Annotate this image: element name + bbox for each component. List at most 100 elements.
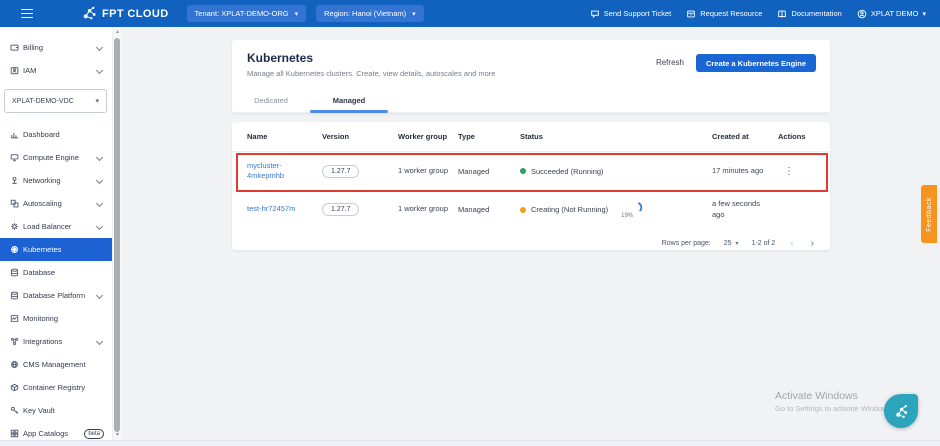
progress-percent: 19% [621,213,633,219]
cluster-type-tabs: Dedicated Managed [232,90,830,113]
column-header-status: Status [520,132,712,141]
chevron-down-icon [96,177,103,184]
next-page-button[interactable]: › [809,238,816,249]
sidebar-item-dashboard[interactable]: Dashboard [0,123,112,146]
sidebar-item-monitoring[interactable]: Monitoring [0,307,112,330]
chevron-down-icon: ▾ [295,10,299,18]
created-at-cell: a few seconds ago [712,199,778,219]
status-cell: Creating (Not Running) 19% [520,201,712,219]
cluster-name-link[interactable]: mycluster-4mkepmhb [247,161,322,181]
rows-per-page-select[interactable]: 25 ▾ [724,240,739,247]
support-chat-fab[interactable] [884,394,918,428]
sidebar-item-database-platform[interactable]: Database Platform [0,284,112,307]
gear-icon [10,222,23,231]
column-header-version: Version [322,132,398,141]
database-icon [10,291,23,300]
page-title: Kubernetes [247,51,495,65]
row-actions-kebab-icon[interactable]: ⋮ [778,166,830,177]
rows-per-page-label: Rows per page: [662,240,711,247]
user-avatar-icon [857,9,867,19]
sidebar-item-iam[interactable]: IAM [0,59,112,82]
sidebar-item-cms-management[interactable]: CMS Management [0,353,112,376]
sidebar-item-integrations[interactable]: Integrations [0,330,112,353]
monitor-icon [10,153,23,162]
chevron-down-icon: ▾ [412,10,416,18]
chevron-down-icon [96,200,103,207]
region-selector[interactable]: Region: Hanoi (Vietnam) ▾ [316,5,424,22]
scroll-down-icon[interactable]: ▼ [113,432,122,438]
clusters-table-card: Name Version Worker group Type Status Cr… [232,122,830,250]
chevron-down-icon [96,67,103,74]
tab-managed[interactable]: Managed [310,90,388,112]
column-header-name: Name [247,132,322,141]
chevron-down-icon [96,154,103,161]
send-support-ticket-link[interactable]: Send Support Ticket [590,9,672,19]
documentation-icon [777,9,787,19]
sidebar-item-container-registry[interactable]: Container Registry [0,376,112,399]
chevron-down-icon: ▾ [95,97,99,105]
fpt-cloud-logo[interactable]: FPT CLOUD [82,6,169,21]
sidebar-scrollbar[interactable]: ▲ ▼ [112,27,121,446]
worker-group-cell: 1 worker group [398,204,458,214]
tenant-label: Tenant: XPLAT-DEMO-ORG [195,9,289,18]
tenant-selector[interactable]: Tenant: XPLAT-DEMO-ORG ▾ [187,5,307,22]
chevron-down-icon [96,292,103,299]
sidebar-item-key-vault[interactable]: Key Vault [0,399,112,422]
sidebar-item-load-balancer[interactable]: Load Balancer [0,215,112,238]
create-kubernetes-engine-button[interactable]: Create a Kubernetes Engine [696,54,816,72]
request-resource-link[interactable]: Request Resource [686,9,762,19]
status-dot-icon [520,207,526,213]
sidebar-item-kubernetes[interactable]: Kubernetes [0,238,112,261]
scroll-up-icon[interactable]: ▲ [113,29,122,35]
user-menu[interactable]: XPLAT DEMO ▾ [857,9,926,19]
documentation-link[interactable]: Documentation [777,9,841,19]
scrollbar-thumb[interactable] [114,38,120,432]
sidebar-item-billing[interactable]: Billing [0,36,112,59]
kubernetes-header-card: Kubernetes Manage all Kubernetes cluster… [232,40,830,113]
horizontal-scrollbar[interactable] [0,440,940,446]
hamburger-menu-icon[interactable] [0,9,54,19]
column-header-worker-group: Worker group [398,132,458,141]
globe-icon [10,360,23,369]
support-ticket-icon [590,9,600,19]
key-icon [10,406,23,415]
chevron-down-icon: ▾ [736,240,739,247]
chevron-down-icon [96,223,103,230]
previous-page-button[interactable]: ‹ [788,238,795,249]
kubernetes-icon [10,245,23,254]
column-header-type: Type [458,132,520,141]
bar-chart-icon [10,130,23,139]
feedback-tab[interactable]: Feedback [921,185,937,243]
id-badge-icon [10,66,23,75]
sidebar-item-autoscaling[interactable]: Autoscaling [0,192,112,215]
top-navigation-bar: FPT CLOUD Tenant: XPLAT-DEMO-ORG ▾ Regio… [0,0,940,27]
vdc-selector[interactable]: XPLAT-DEMO-VDC ▾ [4,89,107,113]
column-header-actions: Actions [778,132,830,141]
pagination-range-label: 1-2 of 2 [752,240,776,247]
monitor-chart-icon [10,314,23,323]
version-chip: 1.27.7 [322,203,359,216]
fpt-molecule-icon [82,6,97,21]
version-chip: 1.27.7 [322,165,359,178]
integrations-icon [10,337,23,346]
table-header-row: Name Version Worker group Type Status Cr… [232,122,830,152]
fpt-molecule-icon [893,403,910,420]
table-pagination: Rows per page: 25 ▾ 1-2 of 2 ‹ › [232,228,830,258]
status-cell: Succeeded (Running) [520,167,712,176]
creation-progress-indicator: 19% [621,201,643,219]
refresh-button[interactable]: Refresh [656,54,684,67]
type-cell: Managed [458,167,520,176]
beta-badge: beta [84,429,104,439]
chevron-down-icon [96,338,103,345]
sidebar-item-database[interactable]: Database [0,261,112,284]
cluster-name-link[interactable]: test-hr72457m [247,204,322,214]
sidebar-item-compute-engine[interactable]: Compute Engine [0,146,112,169]
worker-group-cell: 1 worker group [398,166,458,176]
tab-dedicated[interactable]: Dedicated [232,90,310,112]
chevron-down-icon: ▾ [922,10,926,18]
box-icon [10,383,23,392]
sidebar-item-networking[interactable]: Networking [0,169,112,192]
region-label: Region: Hanoi (Vietnam) [324,9,406,18]
table-row: mycluster-4mkepmhb 1.27.7 1 worker group… [232,152,830,190]
table-row: test-hr72457m 1.27.7 1 worker group Mana… [232,190,830,228]
